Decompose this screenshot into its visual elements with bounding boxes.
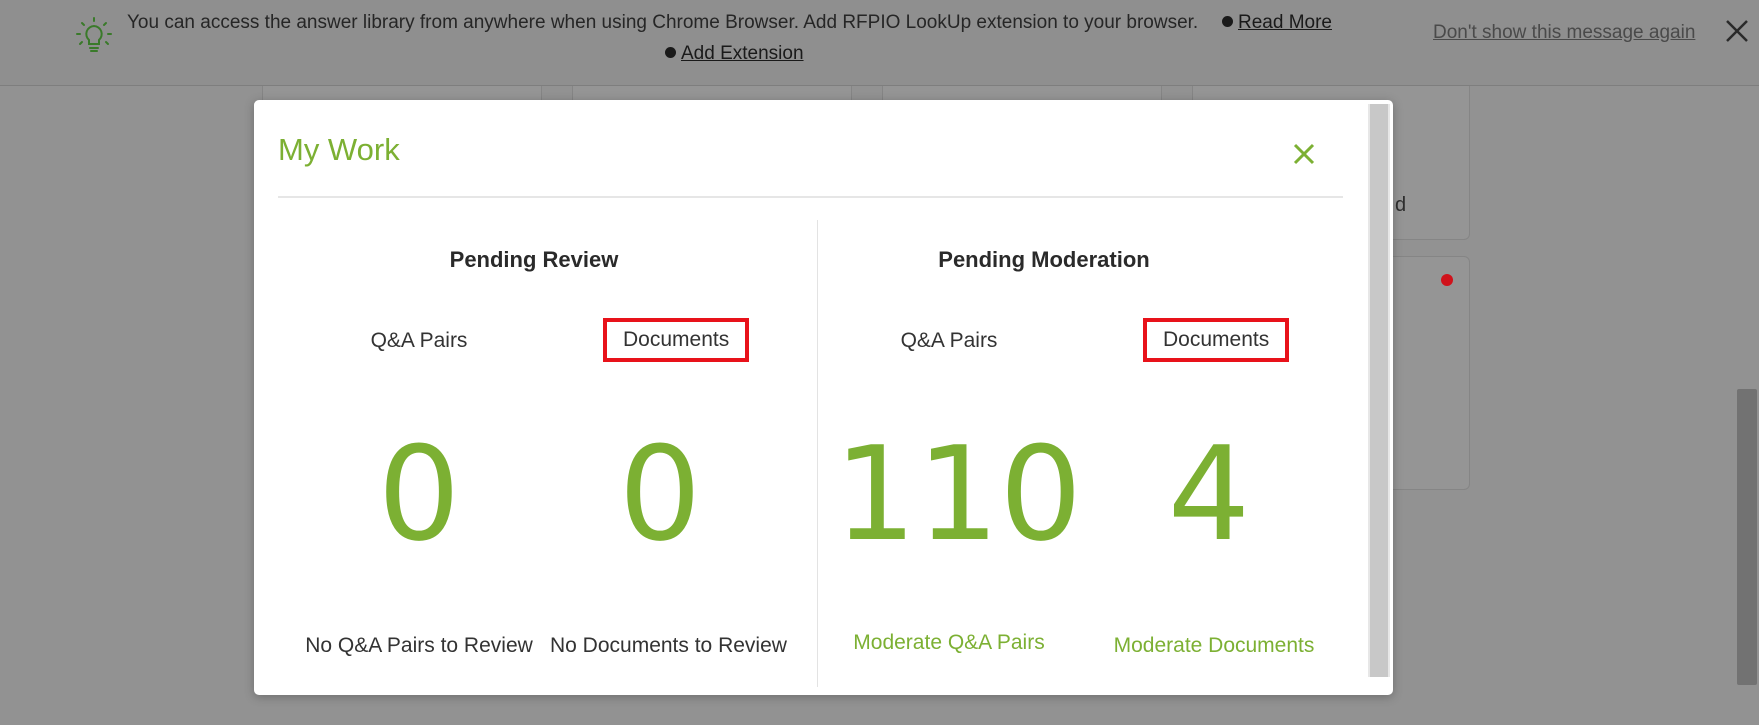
moderation-documents-count: 4	[1167, 418, 1251, 570]
modal-title: My Work	[278, 132, 400, 167]
close-icon[interactable]	[1722, 16, 1752, 46]
banner-message: You can access the answer library from a…	[127, 12, 1199, 33]
extension-banner: You can access the answer library from a…	[0, 0, 1759, 86]
bullet-icon	[1222, 16, 1233, 27]
pending-moderation-title: Pending Moderation	[938, 247, 1150, 272]
pending-review-title: Pending Review	[449, 247, 619, 272]
column-divider	[817, 220, 818, 687]
review-documents-status: No Documents to Review	[550, 634, 787, 657]
background-text-fragment: d	[1395, 194, 1407, 216]
moderate-qa-pairs-link[interactable]: Moderate Q&A Pairs	[839, 631, 1059, 655]
my-work-modal: My Work Pending Review Q&A Pairs Documen…	[254, 100, 1393, 695]
moderation-qa-count: 110	[834, 418, 1083, 570]
modal-scrollbar-thumb[interactable]	[1370, 104, 1388, 677]
review-qa-status: No Q&A Pairs to Review	[305, 634, 533, 657]
notification-dot	[1441, 274, 1453, 286]
page-scrollbar-thumb[interactable]	[1737, 389, 1757, 685]
review-documents-label: Documents	[603, 318, 750, 362]
moderation-qa-label: Q&A Pairs	[900, 329, 998, 352]
add-extension-label: Add Extension	[681, 43, 804, 64]
add-extension-link[interactable]: Add Extension	[665, 43, 804, 65]
bullet-icon	[665, 47, 676, 58]
close-icon[interactable]	[1288, 138, 1320, 170]
moderation-documents-label: Documents	[1143, 318, 1290, 362]
modal-header-divider	[278, 196, 1343, 198]
moderate-documents-link[interactable]: Moderate Documents	[1099, 634, 1329, 658]
review-qa-label: Q&A Pairs	[370, 329, 468, 352]
review-documents-count: 0	[618, 418, 702, 570]
review-qa-count: 0	[377, 418, 461, 570]
dont-show-again-link[interactable]: Don't show this message again	[1433, 22, 1695, 44]
read-more-label: Read More	[1238, 12, 1332, 33]
lightbulb-icon	[76, 17, 112, 52]
read-more-link[interactable]: Read More	[1222, 12, 1332, 34]
